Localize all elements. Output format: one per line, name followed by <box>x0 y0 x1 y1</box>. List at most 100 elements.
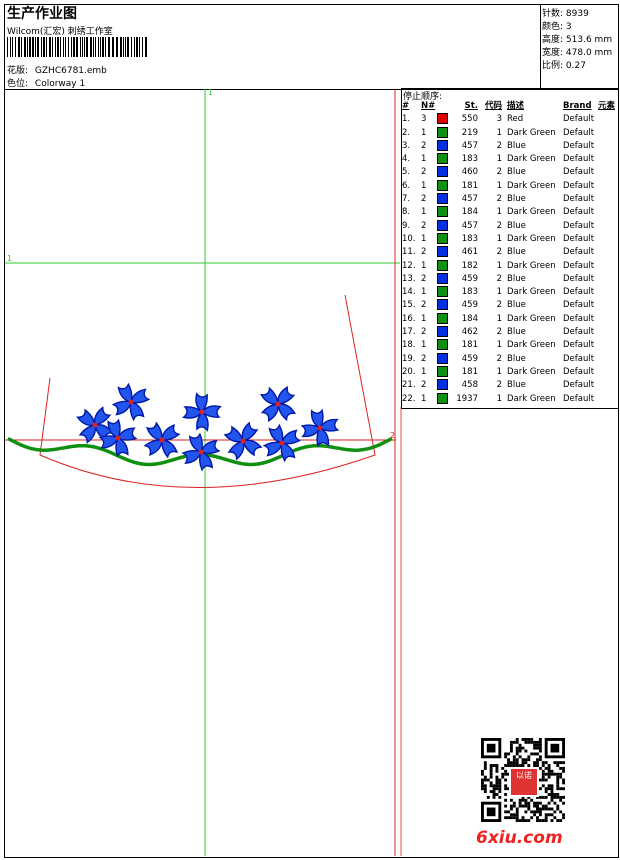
stitch-count: 219 <box>461 127 478 138</box>
stitch-count: 1937 <box>456 393 478 404</box>
stop-row: 6. 1 181 1 Dark Green Default <box>402 179 615 193</box>
color-swatch <box>437 312 456 326</box>
color-swatch <box>437 379 456 392</box>
color-code: 2 <box>496 220 502 231</box>
stop-table-header: # N# St. 代码 描述 Brand 元素 <box>402 101 616 111</box>
stop-number: 19. <box>402 353 416 364</box>
color-code: 1 <box>496 340 502 351</box>
color-code: 2 <box>496 380 502 391</box>
brand-name: Default <box>563 194 595 205</box>
color-code: 2 <box>496 327 502 338</box>
stop-number: 11. <box>402 247 416 258</box>
stop-number: 21. <box>402 380 416 391</box>
stop-number: 18. <box>402 340 416 351</box>
flower-motifs <box>76 382 340 472</box>
color-code: 2 <box>496 247 502 258</box>
stitch-count: 181 <box>461 180 478 191</box>
stop-row: 14. 1 183 1 Dark Green Default <box>402 286 615 299</box>
needle-number: 2 <box>421 273 427 284</box>
needle-number: 1 <box>421 260 427 271</box>
stitch-count: 461 <box>461 247 478 258</box>
stop-number: 13. <box>402 273 416 284</box>
color-description: Dark Green <box>507 340 556 351</box>
needle-number: 1 <box>421 233 427 244</box>
stop-number: 8. <box>402 207 411 218</box>
stitch-count: 184 <box>461 207 478 218</box>
color-code: 1 <box>496 313 502 324</box>
stitch-count: 457 <box>461 220 478 231</box>
stitch-count: 182 <box>461 260 478 271</box>
stitch-count: 181 <box>461 340 478 351</box>
stop-row: 20. 1 181 1 Dark Green Default <box>402 365 615 379</box>
brand-name: Default <box>563 260 595 271</box>
stitch-count: 183 <box>461 154 478 165</box>
stitch-count: 183 <box>461 233 478 244</box>
color-code: 1 <box>496 154 502 165</box>
stop-row: 18. 1 181 1 Dark Green Default <box>402 339 615 352</box>
brand-name: Default <box>563 114 595 125</box>
stop-number: 1. <box>402 114 411 125</box>
color-code: 3 <box>496 114 502 125</box>
needle-number: 2 <box>421 167 427 178</box>
color-description: Dark Green <box>507 366 556 377</box>
color-code: 2 <box>496 194 502 205</box>
brand-name: Default <box>563 247 595 258</box>
color-swatch <box>437 259 456 273</box>
color-swatch <box>437 392 456 406</box>
color-description: Blue <box>507 140 526 151</box>
brand-name: Default <box>563 380 595 391</box>
element-cell <box>598 166 615 179</box>
brand-name: Default <box>563 273 595 284</box>
color-swatch <box>437 286 456 299</box>
color-description: Blue <box>507 220 526 231</box>
needle-number: 1 <box>421 340 427 351</box>
color-swatch <box>437 179 456 193</box>
color-description: Dark Green <box>507 207 556 218</box>
color-code: 1 <box>496 287 502 298</box>
needle-number: 2 <box>421 380 427 391</box>
needle-number: 1 <box>421 127 427 138</box>
stitch-count: 457 <box>461 194 478 205</box>
color-code: 1 <box>496 180 502 191</box>
color-description: Dark Green <box>507 127 556 138</box>
color-code: 1 <box>496 393 502 404</box>
brand-name: Default <box>563 393 595 404</box>
needle-number: 1 <box>421 287 427 298</box>
stop-number: 4. <box>402 154 411 165</box>
stop-row: 19. 2 459 2 Blue Default <box>402 352 615 366</box>
stitch-count: 459 <box>461 353 478 364</box>
element-cell <box>598 326 615 339</box>
stop-row: 13. 2 459 2 Blue Default <box>402 272 615 286</box>
color-swatch <box>437 139 456 153</box>
stitch-count: 459 <box>461 300 478 311</box>
stitch-count: 459 <box>461 273 478 284</box>
right-marker: 2 <box>390 431 395 440</box>
needle-number: 2 <box>421 247 427 258</box>
color-swatch <box>437 272 456 286</box>
color-swatch <box>437 352 456 366</box>
stop-row: 12. 1 182 1 Dark Green Default <box>402 259 615 273</box>
brand-name: Default <box>563 167 595 178</box>
color-description: Dark Green <box>507 287 556 298</box>
needle-number: 1 <box>421 207 427 218</box>
color-swatch <box>437 246 456 259</box>
stop-number: 15. <box>402 300 416 311</box>
color-code: 1 <box>496 207 502 218</box>
top-marker: 1 <box>208 88 213 97</box>
flower-motif <box>182 392 222 432</box>
watermark-site: 6xiu.com <box>476 828 563 848</box>
color-swatch <box>437 339 456 352</box>
color-swatch <box>437 365 456 379</box>
element-cell <box>598 260 615 273</box>
color-swatch <box>437 126 456 140</box>
stop-row: 22. 1 1937 1 Dark Green Default <box>402 392 615 406</box>
brand-name: Default <box>563 140 595 151</box>
color-swatch <box>437 299 456 312</box>
stitch-count: 457 <box>461 140 478 151</box>
color-description: Blue <box>507 380 526 391</box>
color-description: Blue <box>507 167 526 178</box>
stitch-count: 460 <box>461 167 478 178</box>
stop-number: 12. <box>402 260 416 271</box>
stop-row: 21. 2 458 2 Blue Default <box>402 379 615 392</box>
brand-name: Default <box>563 366 595 377</box>
